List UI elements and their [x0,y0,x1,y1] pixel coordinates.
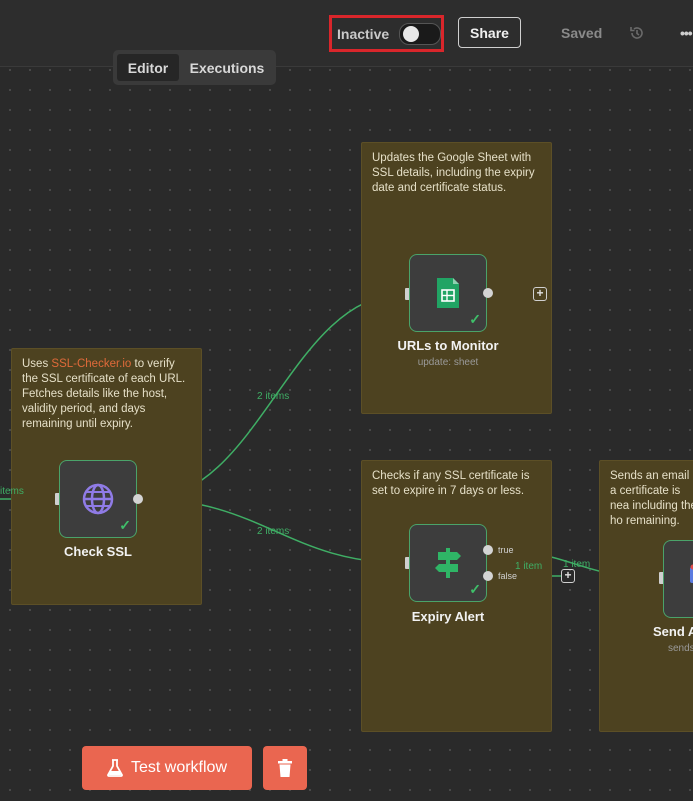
node-title-urls-to-monitor: URLs to Monitor [397,338,499,353]
node-title-check-ssl: Check SSL [64,544,132,559]
email-icon [690,564,693,583]
edge-label-false-branch: 1 item [515,561,543,572]
ssl-checker-link[interactable]: SSL-Checker.io [51,358,131,370]
sticky-note-text: Sends an email a certificate is nea incl… [610,470,693,527]
add-node-button[interactable]: + [533,287,547,301]
flask-icon [107,759,123,777]
success-check-icon: ✓ [119,517,131,533]
sheet-output-handle[interactable] [483,288,493,298]
edge-label-incoming: items [0,486,24,497]
share-button[interactable]: Share [458,17,521,48]
node-urls-to-monitor[interactable]: ✓ [409,254,487,332]
active-toggle[interactable] [399,22,441,45]
port-label-true: true [498,545,514,555]
more-icon[interactable]: ••• [680,25,693,41]
edge-label-to-sheet: 2 items [257,391,290,402]
node-expiry-alert[interactable]: ✓ [409,524,487,602]
tab-editor[interactable]: Editor [117,54,179,81]
success-check-icon: ✓ [469,311,481,327]
node-title-expiry-alert: Expiry Alert [411,609,485,624]
expiry-false-handle[interactable] [483,571,493,581]
globe-icon [82,483,114,515]
edge-label-to-expiry: 2 items [257,526,290,537]
active-toggle-label: Inactive [337,25,390,42]
tab-executions[interactable]: Executions [182,54,272,81]
delete-button[interactable] [263,746,307,790]
trash-icon [278,759,292,777]
saved-status: Saved [561,25,603,41]
sticky-note-text: Checks if any SSL certificate is set to … [372,470,530,497]
signpost-icon [435,548,461,578]
success-check-icon: ✓ [469,581,481,597]
sticky-note-text: Updates the Google Sheet with SSL detail… [372,152,535,194]
sticky-note-text: Uses [22,358,52,370]
active-toggle-container[interactable]: Inactive [329,15,444,52]
google-sheets-icon [437,278,459,308]
node-subtitle-send-alert: sends [668,643,693,654]
add-node-button[interactable]: + [561,569,575,583]
node-title-send-alert: Send A [653,624,693,639]
check-ssl-output-handle[interactable] [133,494,143,504]
view-tabs: Editor Executions [113,50,276,85]
node-send-alert[interactable] [663,540,693,618]
node-check-ssl[interactable]: ✓ [59,460,137,538]
node-subtitle-urls-to-monitor: update: sheet [417,357,479,368]
expiry-true-handle[interactable] [483,545,493,555]
toggle-knob [403,25,420,42]
test-workflow-label: Test workflow [130,759,228,776]
history-icon[interactable] [628,24,646,42]
port-label-false: false [498,571,518,581]
test-workflow-button[interactable]: Test workflow [82,746,252,790]
